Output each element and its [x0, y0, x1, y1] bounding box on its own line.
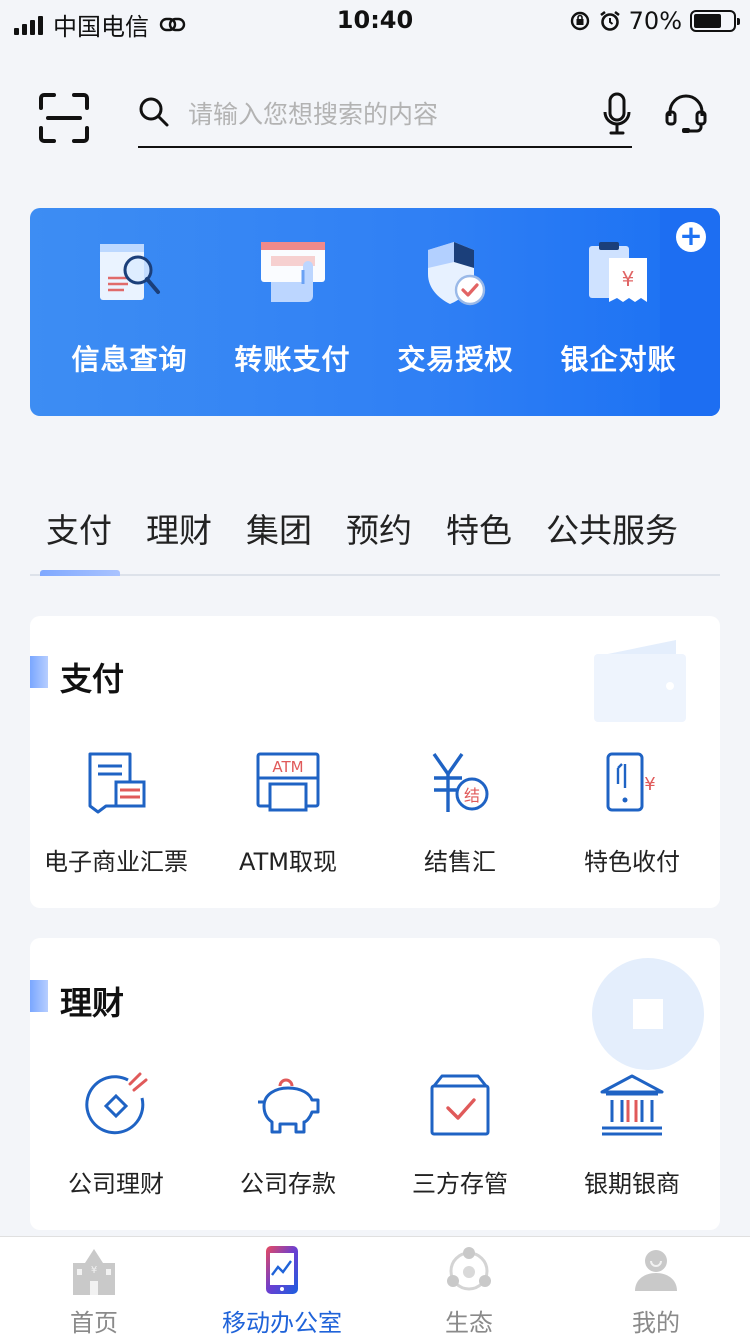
feature-label: ATM取现	[239, 848, 337, 876]
payment-section: 支付 电子商业汇票 ATM ATM取现 结 结售汇 ¥ 特色收付	[30, 616, 720, 908]
piggy-bank-icon	[258, 1078, 320, 1134]
status-bar: 中国电信 10:40 70%	[0, 0, 750, 41]
search-input[interactable]	[188, 92, 588, 136]
battery-percent: 70%	[628, 7, 682, 35]
ecosystem-icon	[447, 1247, 491, 1291]
feature-e-bill[interactable]: 电子商业汇票	[30, 750, 202, 877]
quick-label: 信息查询	[71, 343, 188, 376]
tab-group[interactable]: 集团	[246, 504, 312, 552]
tabbar-label: 首页	[70, 1309, 118, 1334]
feature-label: 结售汇	[424, 848, 496, 876]
coin-decoration-icon	[592, 958, 704, 1070]
atm-icon: ATM	[256, 752, 320, 812]
feature-label: 银期银商	[584, 1170, 680, 1198]
wallet-decoration-icon	[594, 640, 686, 722]
user-icon	[635, 1250, 677, 1291]
customer-service-icon[interactable]	[664, 92, 708, 136]
active-tab-indicator	[40, 570, 120, 576]
feature-label: 三方存管	[412, 1170, 508, 1198]
feature-company-wealth[interactable]: 公司理财	[30, 1072, 202, 1199]
tab-payment[interactable]: 支付	[46, 504, 112, 552]
box-check-icon	[430, 1074, 490, 1136]
microphone-icon[interactable]	[602, 92, 632, 136]
rotation-lock-icon	[570, 11, 589, 31]
mobile-office-icon	[266, 1246, 298, 1294]
tabbar-mobile-office[interactable]: 移动办公室	[188, 1245, 376, 1334]
tab-appointment[interactable]: 预约	[346, 504, 412, 552]
search-icon	[139, 97, 169, 127]
svg-text:¥: ¥	[621, 267, 634, 291]
search-bar[interactable]	[138, 86, 632, 148]
tabbar-ecosystem[interactable]: 生态	[375, 1245, 563, 1334]
svg-text:¥: ¥	[644, 774, 655, 795]
category-tabs: 支付 理财 集团 预约 特色 公共服务	[30, 490, 720, 576]
exchange-icon: 结	[432, 753, 489, 812]
section-title: 理财	[60, 984, 125, 1022]
section-marker	[30, 656, 48, 688]
document-search-icon	[99, 244, 160, 300]
coin-icon	[85, 1072, 148, 1135]
section-title: 支付	[60, 660, 125, 698]
tab-wealth[interactable]: 理财	[146, 504, 212, 552]
feature-label: 公司存款	[240, 1170, 336, 1198]
tab-public-service[interactable]: 公共服务	[546, 504, 678, 552]
svg-text:ATM: ATM	[272, 758, 303, 776]
quick-bank-reconcile[interactable]: ¥ 银企对账	[537, 238, 700, 378]
tabbar-label: 移动办公室	[222, 1309, 342, 1334]
feature-company-deposit[interactable]: 公司存款	[202, 1072, 374, 1199]
shield-check-icon	[427, 242, 485, 306]
feature-third-party-custody[interactable]: 三方存管	[374, 1072, 546, 1199]
tabbar-label: 生态	[445, 1309, 493, 1334]
feature-special-collect[interactable]: ¥ 特色收付	[546, 750, 718, 877]
bank-building-icon	[600, 1074, 664, 1136]
svg-text:结: 结	[464, 786, 480, 805]
feature-label: 特色收付	[584, 848, 680, 876]
feature-atm[interactable]: ATM ATM取现	[202, 750, 374, 877]
home-building-icon: ¥	[73, 1249, 115, 1295]
tab-featured[interactable]: 特色	[446, 504, 512, 552]
feature-label: 公司理财	[68, 1170, 164, 1198]
quick-transfer-payment[interactable]: 转账支付	[211, 238, 374, 378]
section-marker	[30, 980, 48, 1012]
quick-actions-banner: + 信息查询 转账支付 交易授权 ¥ 银企对账	[30, 208, 720, 416]
tabbar-label: 我的	[632, 1309, 680, 1334]
quick-label: 银企对账	[560, 343, 677, 376]
svg-text:¥: ¥	[91, 1265, 97, 1276]
alarm-icon	[599, 10, 620, 31]
quick-label: 交易授权	[397, 343, 514, 376]
bill-yuan-icon: ¥	[588, 242, 647, 302]
quick-transaction-auth[interactable]: 交易授权	[374, 238, 537, 378]
quick-label: 转账支付	[234, 343, 351, 376]
phone-yuan-icon: ¥	[606, 752, 656, 812]
scan-icon[interactable]	[38, 92, 90, 144]
bottom-tab-bar: ¥ 首页 移动办公室 生态 我的	[0, 1236, 750, 1334]
status-right: 70%	[569, 7, 740, 35]
feature-futures-bank[interactable]: 银期银商	[546, 1072, 718, 1199]
feature-exchange[interactable]: 结 结售汇	[374, 750, 546, 877]
quick-info-query[interactable]: 信息查询	[48, 238, 211, 378]
finance-section: 理财 公司理财 公司存款 三方存管 银期银商	[30, 938, 720, 1230]
tabbar-home[interactable]: ¥ 首页	[0, 1245, 188, 1334]
tabbar-mine[interactable]: 我的	[562, 1245, 750, 1334]
card-hand-icon	[260, 242, 325, 302]
feature-label: 电子商业汇票	[44, 848, 188, 876]
battery-icon	[690, 10, 740, 32]
e-bill-icon	[88, 752, 146, 814]
